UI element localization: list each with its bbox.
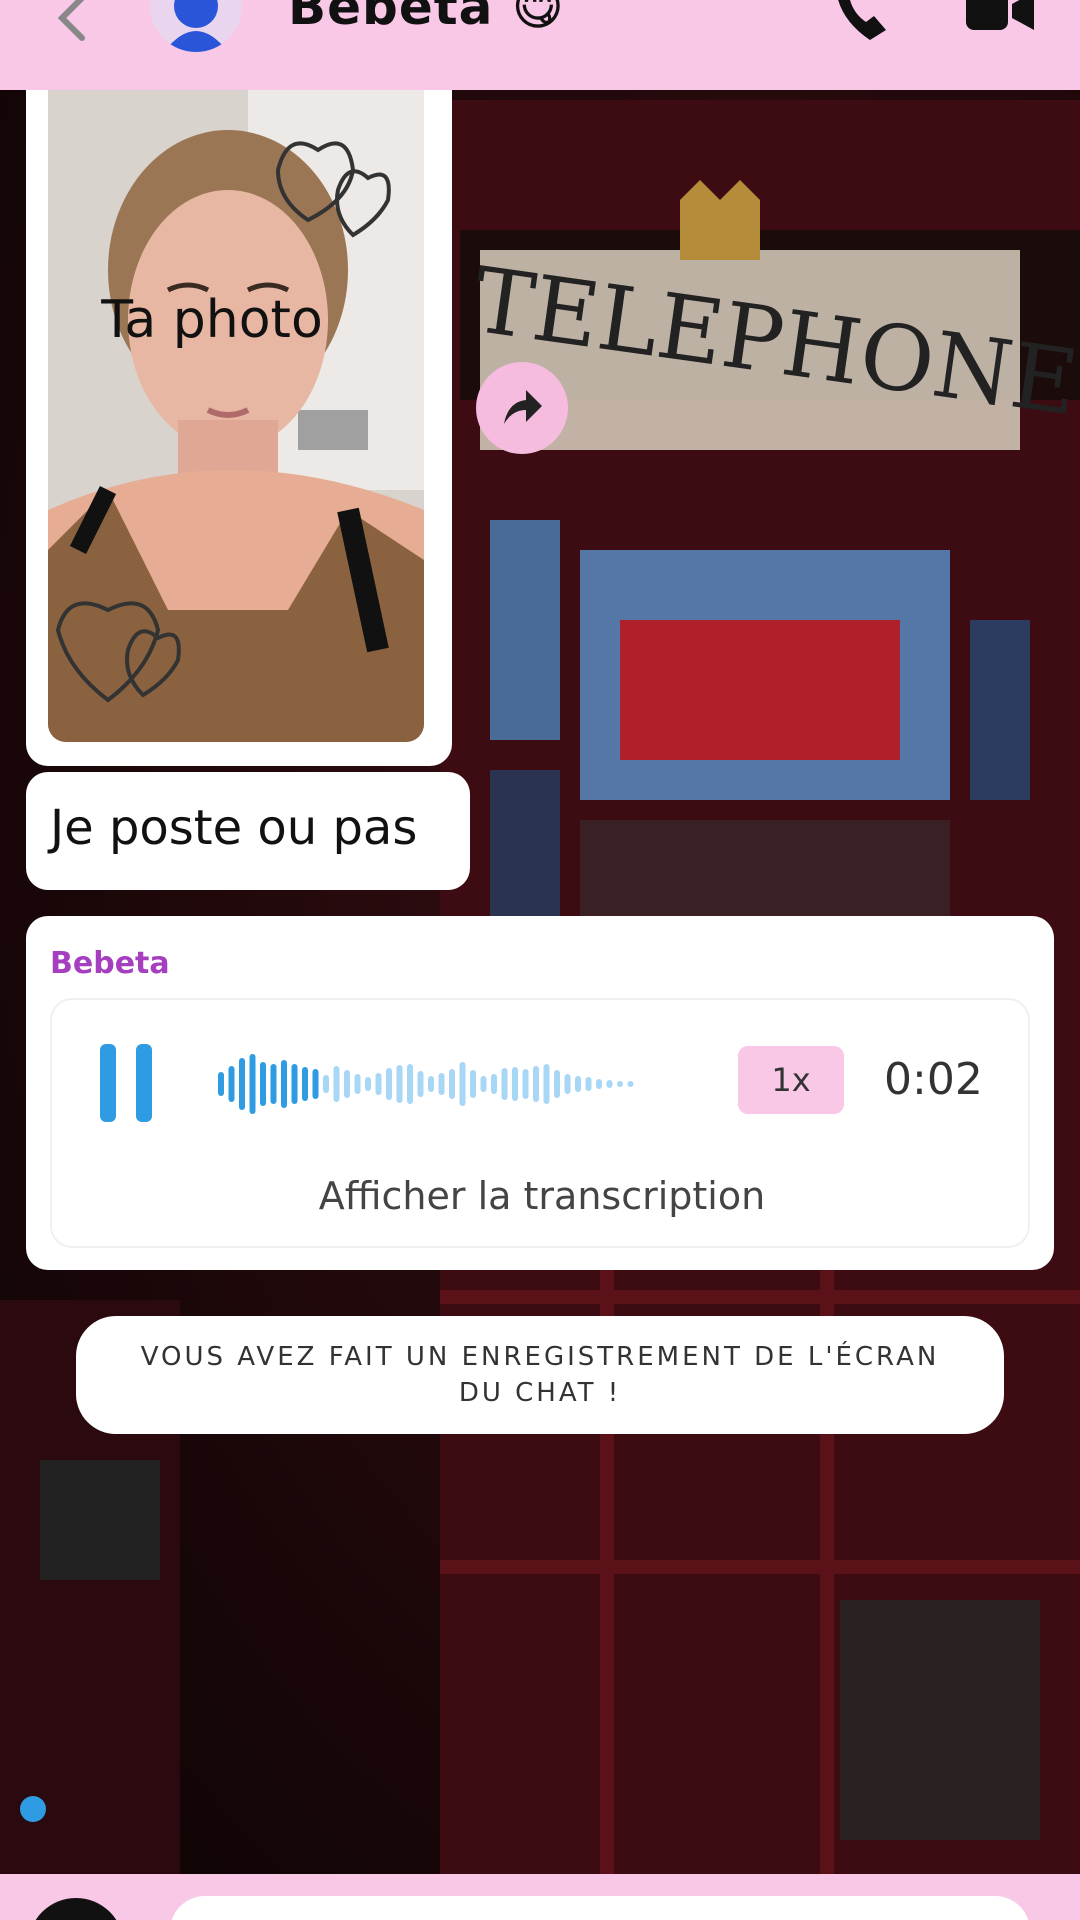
waveform-bar (354, 1074, 361, 1094)
waveform-bar (428, 1076, 434, 1092)
waveform-bar (344, 1070, 350, 1098)
text-message-bubble[interactable]: Je poste ou pas (26, 772, 470, 890)
waveform-bar (522, 1069, 529, 1099)
pause-icon (100, 1044, 116, 1122)
waveform-bar (480, 1076, 487, 1092)
waveform-bar (543, 1064, 550, 1104)
chat-header: Bebeta 😋 (0, 0, 1080, 90)
pause-icon-bar (136, 1044, 152, 1122)
waveform-bar (312, 1069, 319, 1099)
phone-icon[interactable] (830, 0, 894, 44)
waveform-bar (239, 1058, 245, 1110)
camera-button[interactable] (28, 1898, 124, 1920)
waveform-bar (281, 1060, 287, 1108)
waveform-bar (438, 1073, 445, 1095)
waveform-bar (365, 1077, 371, 1091)
waveform-bar (323, 1075, 329, 1093)
waveform-bar (512, 1067, 518, 1101)
waveform-bar (501, 1068, 508, 1100)
waveform-bar (554, 1070, 560, 1098)
waveform-bar (228, 1066, 235, 1102)
waveform-bar (302, 1067, 308, 1101)
scroll-indicator (20, 1796, 46, 1822)
chat-input-bar (0, 1874, 1080, 1920)
waveform-bar (396, 1065, 403, 1103)
waveform-bar (270, 1064, 277, 1104)
chat-input[interactable] (170, 1896, 1030, 1920)
voice-player: 1x 0:02 Afficher la transcription (50, 998, 1030, 1248)
waveform-bar (333, 1066, 340, 1102)
screen-record-notice: VOUS AVEZ FAIT UN ENREGISTREMENT DE L'ÉC… (76, 1316, 1004, 1434)
snap-photo[interactable] (48, 90, 424, 742)
waveform-bar (564, 1074, 571, 1094)
waveform-bar (533, 1066, 539, 1102)
video-camera-icon[interactable] (964, 0, 1036, 36)
audio-waveform[interactable] (218, 1044, 638, 1124)
user-avatar-icon[interactable] (150, 0, 242, 52)
playback-speed-button[interactable]: 1x (738, 1046, 844, 1114)
chevron-left-icon[interactable] (52, 0, 92, 44)
voice-message-card: Bebeta 1x 0:02 Afficher la transcription (26, 916, 1054, 1270)
waveform-bar (249, 1054, 256, 1114)
waveform-bar (449, 1069, 455, 1099)
waveform-bar (470, 1070, 476, 1098)
photo-caption: Ta photo (101, 290, 323, 350)
contact-name[interactable]: Bebeta 😋 (288, 0, 565, 36)
waveform-bar (459, 1062, 466, 1106)
share-arrow-icon (504, 390, 542, 424)
show-transcript-button[interactable]: Afficher la transcription (52, 1174, 1032, 1218)
waveform-bar (386, 1068, 392, 1100)
share-button[interactable] (476, 362, 568, 454)
waveform-bar (417, 1071, 424, 1097)
waveform-bar (491, 1074, 497, 1094)
waveform-bar (260, 1062, 266, 1106)
waveform-bar (375, 1073, 382, 1095)
sender-name: Bebeta (50, 946, 170, 981)
waveform-bar (627, 1081, 634, 1087)
message-text: Je poste ou pas (50, 800, 418, 856)
audio-duration: 0:02 (884, 1054, 983, 1105)
waveform-bar (617, 1081, 623, 1087)
waveform-bar (606, 1080, 613, 1088)
pause-button[interactable] (100, 1044, 156, 1124)
waveform-bar (291, 1064, 298, 1104)
waveform-bar (575, 1076, 581, 1092)
waveform-bar (407, 1064, 413, 1104)
waveform-bar (585, 1077, 592, 1091)
waveform-bar (596, 1079, 602, 1089)
waveform-bar (218, 1072, 224, 1096)
